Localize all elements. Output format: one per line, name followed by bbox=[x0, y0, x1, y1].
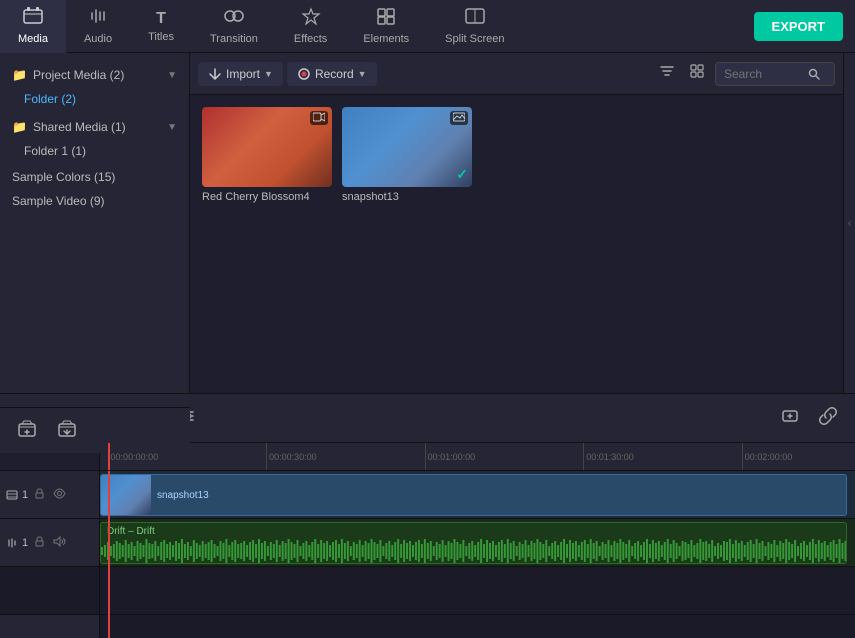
media-panel: Import ▼ Record ▼ bbox=[190, 53, 843, 393]
toolbar-item-effects[interactable]: Effects bbox=[276, 0, 345, 53]
search-box[interactable] bbox=[715, 62, 835, 86]
timeline-scroll[interactable]: 00:00:00:00 00:00:30:00 00:01:00:00 00:0… bbox=[100, 443, 855, 638]
thumb-image-0 bbox=[202, 107, 332, 187]
sidebar-project-media-label: Project Media (2) bbox=[33, 68, 124, 82]
video-clip-label: snapshot13 bbox=[151, 488, 215, 503]
thumb-check-icon: ✓ bbox=[456, 166, 468, 183]
sidebar-sample-colors-label: Sample Colors (15) bbox=[12, 170, 115, 184]
import-label: Import bbox=[226, 67, 260, 81]
sidebar-item-project-media[interactable]: 📁 Project Media (2) ▼ bbox=[0, 63, 189, 87]
audio-clip[interactable]: Drift – Drift bbox=[100, 522, 847, 564]
media-thumb-0[interactable]: Red Cherry Blossom4 bbox=[202, 107, 332, 381]
toolbar-splitscreen-label: Split Screen bbox=[445, 33, 504, 45]
ruler-mark-3: 00:01:30:00 bbox=[583, 443, 634, 470]
timeline-tracks-left: 1 1 bbox=[0, 443, 100, 638]
sidebar-item-shared-media[interactable]: 📁 Shared Media (1) ▼ bbox=[0, 115, 189, 139]
ruler-mark-4: 00:02:00:00 bbox=[742, 443, 793, 470]
empty-track bbox=[100, 567, 855, 615]
audio-mute-button[interactable] bbox=[51, 535, 68, 551]
sidebar-section-project: 📁 Project Media (2) ▼ Folder (2) bbox=[0, 61, 189, 113]
sidebar-shared-media-label: Shared Media (1) bbox=[33, 120, 126, 134]
toolbar-item-media[interactable]: Media bbox=[0, 0, 66, 53]
toolbar-item-transition[interactable]: Transition bbox=[192, 0, 276, 53]
media-toolbar: Import ▼ Record ▼ bbox=[190, 53, 843, 95]
toolbar-elements-label: Elements bbox=[363, 33, 409, 45]
filter-button[interactable] bbox=[655, 59, 679, 88]
audio-track[interactable]: Drift – Drift bbox=[100, 519, 855, 567]
link-button[interactable] bbox=[813, 403, 843, 434]
toolbar-item-titles[interactable]: T Titles bbox=[130, 0, 192, 53]
top-toolbar: Media Audio T Titles Transition Effects … bbox=[0, 0, 855, 53]
sidebar-item-folder1[interactable]: Folder 1 (1) bbox=[0, 139, 189, 163]
video-clip[interactable]: snapshot13 bbox=[100, 474, 847, 516]
thumb-image-1: ✓ bbox=[342, 107, 472, 187]
export-button[interactable]: EXPORT bbox=[754, 12, 843, 41]
toolbar-transition-label: Transition bbox=[210, 33, 258, 45]
elements-icon bbox=[376, 7, 396, 30]
import-button[interactable]: Import ▼ bbox=[198, 62, 283, 86]
ruler-mark-2: 00:01:00:00 bbox=[425, 443, 476, 470]
chevron-icon-2: ▼ bbox=[167, 122, 177, 133]
add-track-button[interactable] bbox=[775, 403, 805, 434]
sidebar-item-folder[interactable]: Folder (2) bbox=[0, 87, 189, 111]
media-toolbar-right bbox=[655, 59, 835, 88]
playhead-line bbox=[108, 471, 110, 638]
splitscreen-icon bbox=[465, 7, 485, 30]
main-area: 📁 Project Media (2) ▼ Folder (2) 📁 Share… bbox=[0, 53, 855, 393]
toolbar-titles-label: Titles bbox=[148, 31, 174, 43]
transition-icon bbox=[224, 7, 244, 30]
sidebar-folder1-label: Folder 1 (1) bbox=[24, 144, 86, 158]
ruler-mark-1: 00:00:30:00 bbox=[266, 443, 317, 470]
toolbar-item-audio[interactable]: Audio bbox=[66, 0, 130, 53]
video-track-label: 1 bbox=[0, 471, 99, 519]
search-input[interactable] bbox=[724, 67, 804, 81]
record-button[interactable]: Record ▼ bbox=[287, 62, 377, 86]
audio-track-label: 1 bbox=[0, 519, 99, 567]
audio-waveform bbox=[101, 537, 846, 564]
sidebar-item-sample-video[interactable]: Sample Video (9) bbox=[0, 189, 189, 213]
titles-icon: T bbox=[156, 10, 166, 28]
sidebar: 📁 Project Media (2) ▼ Folder (2) 📁 Share… bbox=[0, 53, 190, 393]
track-lock-button[interactable] bbox=[32, 487, 47, 503]
playhead[interactable] bbox=[108, 443, 110, 470]
chevron-icon: ▼ bbox=[167, 70, 177, 81]
toolbar-media-label: Media bbox=[18, 33, 48, 45]
thumb-label-1: snapshot13 bbox=[342, 191, 399, 203]
shared-folder-icon: 📁 bbox=[12, 120, 27, 134]
media-thumb-1[interactable]: ✓ snapshot13 bbox=[342, 107, 472, 381]
sidebar-item-sample-colors[interactable]: Sample Colors (15) bbox=[0, 165, 189, 189]
media-grid: Red Cherry Blossom4 ✓ snapshot13 bbox=[190, 95, 843, 393]
video-track[interactable]: snapshot13 bbox=[100, 471, 855, 519]
sidebar-section-shared: 📁 Shared Media (1) ▼ Folder 1 (1) bbox=[0, 113, 189, 165]
sidebar-folder-label: Folder (2) bbox=[24, 92, 76, 106]
toolbar-item-elements[interactable]: Elements bbox=[345, 0, 427, 53]
timeline-toolbar-right bbox=[775, 403, 843, 434]
ruler-mark-0: 00:00:00:00 bbox=[108, 443, 159, 470]
audio-lock-button[interactable] bbox=[32, 535, 47, 551]
media-icon bbox=[23, 7, 43, 30]
ruler-marks: 00:00:00:00 00:00:30:00 00:01:00:00 00:0… bbox=[100, 443, 855, 470]
thumb-label-0: Red Cherry Blossom4 bbox=[202, 191, 310, 203]
record-chevron-icon: ▼ bbox=[358, 69, 367, 79]
import-chevron-icon: ▼ bbox=[264, 69, 273, 79]
toolbar-audio-label: Audio bbox=[84, 33, 112, 45]
folder-icon: 📁 bbox=[12, 68, 27, 82]
right-collapse-handle[interactable]: ‹ bbox=[843, 53, 855, 393]
grid-view-button[interactable] bbox=[685, 59, 709, 88]
effects-icon bbox=[301, 7, 321, 30]
timeline-ruler: 00:00:00:00 00:00:30:00 00:01:00:00 00:0… bbox=[100, 443, 855, 471]
video-badge-0 bbox=[310, 111, 328, 125]
audio-icon bbox=[88, 7, 108, 30]
timeline-tracks: snapshot13 Drift – Drift bbox=[100, 471, 855, 638]
track-visibility-button[interactable] bbox=[51, 487, 68, 503]
toolbar-item-splitscreen[interactable]: Split Screen bbox=[427, 0, 522, 53]
record-label: Record bbox=[315, 67, 354, 81]
sidebar-sample-video-label: Sample Video (9) bbox=[12, 194, 105, 208]
image-badge-1 bbox=[450, 111, 468, 125]
timeline-area: 1 1 00:00:00:00 bbox=[0, 443, 855, 638]
toolbar-effects-label: Effects bbox=[294, 33, 327, 45]
